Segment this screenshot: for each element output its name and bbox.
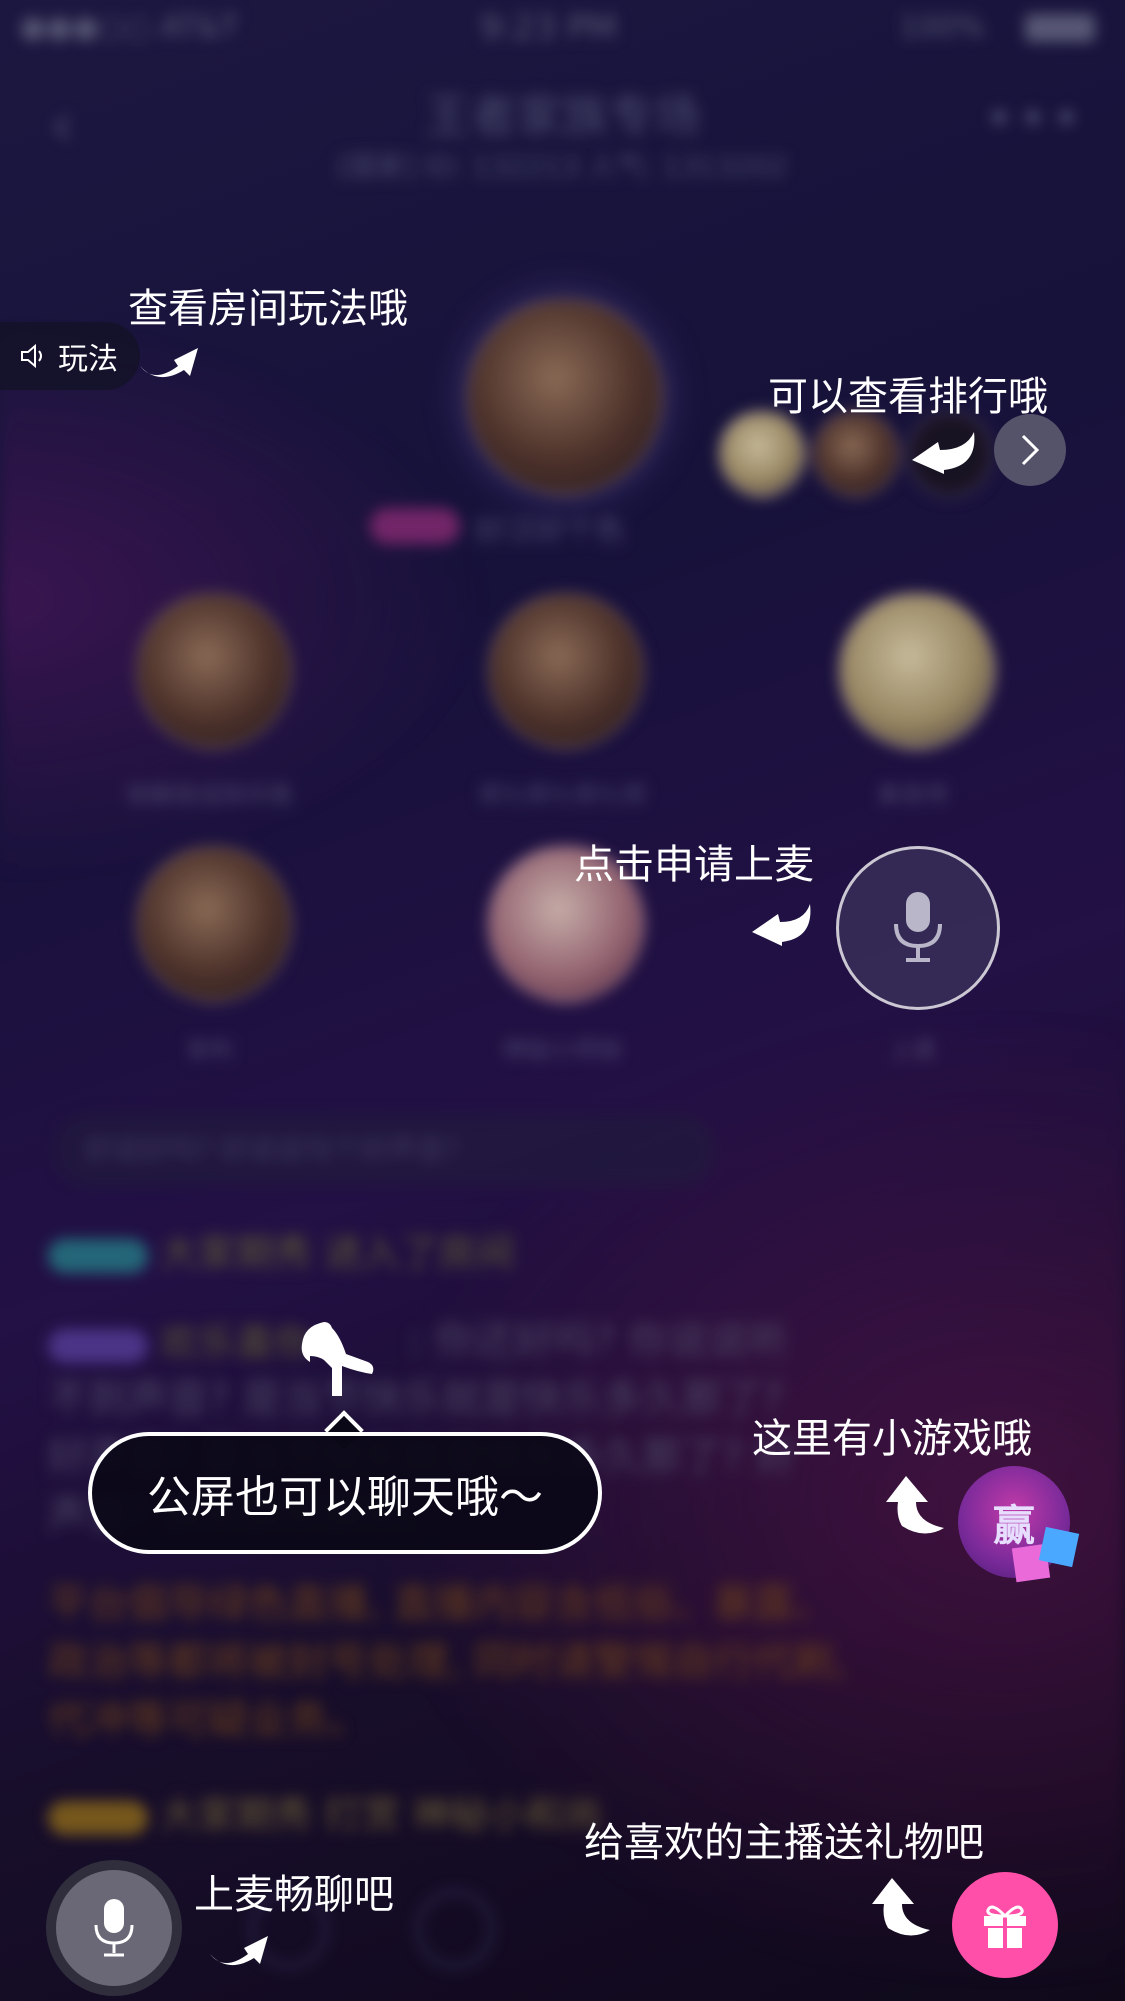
curved-arrow-icon (872, 1878, 930, 1936)
playway-label: 玩法 (58, 342, 118, 377)
toolbar-icon-b[interactable] (416, 1890, 494, 1968)
host-tag (370, 508, 460, 544)
curved-arrow-icon (140, 348, 198, 378)
tip-apply-mic: 点击申请上麦 (574, 843, 814, 887)
clock: 9:23 PM (480, 8, 617, 48)
bottom-mic-inner (56, 1870, 172, 1986)
seat-avatar-1[interactable] (135, 592, 293, 750)
welcome-bubble: 好说好吗? 好说说句个好声音? (55, 1115, 715, 1185)
chat-user-name: 欢乐喜你 (160, 1321, 313, 1365)
rank-more-button[interactable] (994, 414, 1066, 486)
tip-game: 这里有小游戏哦 (752, 1417, 1032, 1461)
curved-arrow-icon (752, 904, 811, 946)
seat-name-2: 郑七郑七郑七郑 (478, 781, 646, 809)
carrier-label: ●●●○○ AT&T (20, 10, 239, 45)
battery-percent: 100% (899, 10, 985, 45)
room-header: ‹ 王者家族专场 [国家] ID: 132213 人气: 1313202 ••• (0, 70, 1125, 200)
host-name: 好汉好个色 (475, 514, 625, 549)
seat-name-5: 神秘小师妹 (502, 1036, 622, 1064)
system-notice: 平台倡导绿色直播, 直播内容含低俗、暴露、政治等都将被封号处理, 同时请警惕自行… (48, 1581, 847, 1743)
tip-playway: 查看房间玩法哦 (128, 287, 408, 331)
chat-line-gift: 大家期秀 打赏 神秘小和尚 (48, 1784, 602, 1839)
game-cube-icon (1038, 1526, 1080, 1568)
seat-avatar-4[interactable] (135, 845, 293, 1003)
more-dots-icon[interactable]: ••• (985, 90, 1085, 148)
status-bar: ●●●○○ AT&T 9:23 PM 100% (0, 0, 1125, 60)
tip-public-chat: 公屏也可以聊天哦～ (147, 1472, 543, 1523)
tip-mic-bottom: 上麦畅聊吧 (194, 1873, 394, 1917)
speaker-icon (21, 343, 42, 369)
rank-avatar-1[interactable] (718, 410, 806, 498)
room-title: 王者家族专场 (424, 89, 701, 143)
seat-name-1: 就解放追除乐胜 (126, 781, 294, 809)
level-badge (48, 1328, 148, 1363)
microphone-icon (94, 1899, 134, 1957)
rank-avatar-2[interactable] (812, 410, 900, 498)
chat-line-user: 欢乐喜你 (48, 1312, 312, 1367)
playway-button[interactable]: 玩法 (0, 322, 140, 390)
level-badge (48, 1238, 148, 1273)
bottom-mic-button[interactable] (46, 1860, 182, 1996)
room-subtitle: [国家] ID: 132213 人气: 1313202 (337, 150, 788, 183)
chevron-right-icon (1021, 434, 1040, 466)
seat-name-4: 安利 (186, 1036, 234, 1064)
tip-rank: 可以查看排行哦 (768, 375, 1048, 419)
apply-mic-button[interactable] (836, 846, 1000, 1010)
microphone-icon (894, 892, 942, 962)
seat-name-6: 上麦 (889, 1036, 937, 1064)
back-icon[interactable]: ‹ (50, 90, 74, 160)
tip-gift: 给喜欢的主播送礼物吧 (584, 1821, 984, 1865)
curved-arrow-icon (912, 432, 975, 474)
public-chat-tip-box: 公屏也可以聊天哦～ (88, 1432, 602, 1554)
seat-avatar-3[interactable] (838, 592, 996, 750)
chat-line-gift-text: 大家期秀 打赏 神秘小和尚 (160, 1793, 603, 1837)
curved-arrow-icon (210, 1936, 268, 1966)
gift-icon (984, 1905, 1026, 1948)
gift-button[interactable] (952, 1872, 1058, 1978)
level-badge (48, 1800, 148, 1835)
chat-line-enter-text: 大家期秀 进入了房间 (160, 1231, 515, 1275)
pointing-hand-icon (301, 1322, 374, 1396)
seat-avatar-2[interactable] (487, 592, 645, 750)
curved-arrow-icon (886, 1476, 944, 1534)
host-avatar[interactable] (466, 298, 664, 496)
seat-name-3: 美发师 (877, 781, 949, 809)
mini-game-button[interactable]: 赢 (958, 1466, 1080, 1583)
battery-icon (1025, 14, 1095, 42)
game-badge-label: 赢 (992, 1500, 1035, 1550)
chat-line-enter: 大家期秀 进入了房间 (48, 1222, 514, 1277)
